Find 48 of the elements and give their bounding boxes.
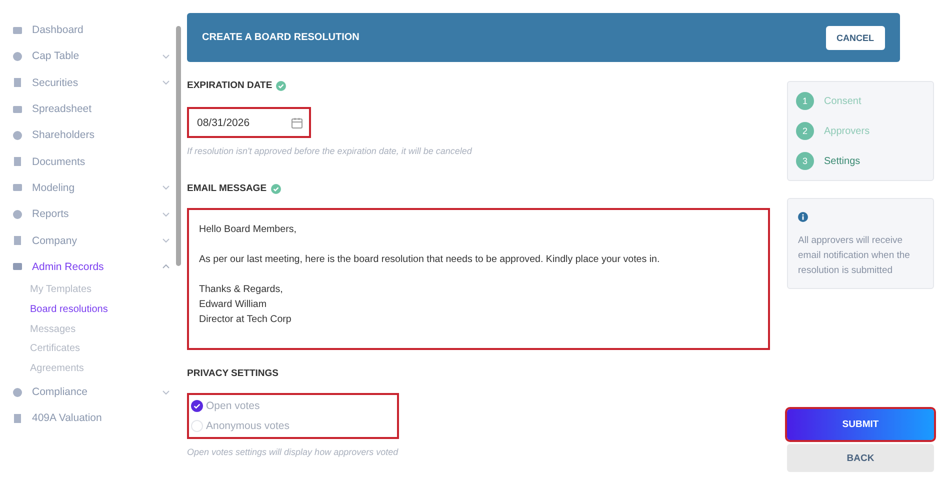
step-number: 3	[796, 152, 814, 170]
hint-text: Open votes settings will display how approvers voted	[187, 447, 400, 457]
sidebar-subitem[interactable]: Messages	[12, 320, 176, 340]
chevron-icon[interactable]	[162, 80, 170, 86]
calendar-icon[interactable]	[291, 116, 303, 128]
back-button[interactable]: BACK	[787, 444, 934, 472]
sidebar-item[interactable]: Admin Records	[12, 254, 176, 280]
sidebar-item[interactable]: Compliance	[12, 378, 176, 406]
radio-label[interactable]: Anonymous votes	[206, 420, 290, 432]
info-icon	[798, 212, 808, 222]
sidebar-item[interactable]: Shareholders	[12, 122, 176, 148]
section-label: PRIVACY SETTINGS	[187, 368, 278, 379]
info-text: All approvers will receive email notification when the resolution is submitted	[798, 234, 911, 278]
chevron-icon[interactable]	[162, 212, 170, 217]
cancel-button[interactable]: CANCEL	[826, 26, 885, 50]
radio-label[interactable]: Open votes	[206, 400, 260, 412]
sidebar-item[interactable]: 409A Valuation	[12, 405, 176, 432]
sidebar-subitem[interactable]: My Templates	[12, 280, 176, 300]
sidebar-item[interactable]: Cap Table	[12, 43, 176, 70]
chevron-icon[interactable]	[162, 54, 170, 59]
section-label: EXPIRATION DATE	[187, 80, 272, 91]
chevron-icon[interactable]	[162, 185, 170, 190]
sidebar-subitem[interactable]: Certificates	[12, 339, 176, 360]
sidebar-subitem[interactable]: Agreements	[12, 359, 176, 379]
message-field[interactable]: Hello Board Members, As per our last meeting, here is the board resolution that needs to be approved. Kindly place your votes in. Thanks & Regards, Edward William Director at Tech Corp	[187, 208, 770, 350]
step-number: 2	[796, 122, 814, 140]
radio-icon[interactable]	[191, 420, 203, 432]
chevron-icon[interactable]	[162, 264, 170, 270]
sidebar-item[interactable]: Reports	[12, 201, 176, 228]
step-label[interactable]: Consent	[824, 96, 862, 106]
submit-button[interactable]: SUBMIT	[787, 409, 934, 440]
sidebar-item[interactable]: Modeling	[12, 174, 176, 202]
sidebar-item[interactable]: Documents	[12, 148, 176, 175]
step-number: 1	[796, 92, 814, 110]
step-label[interactable]: Settings	[824, 156, 860, 166]
chevron-icon[interactable]	[162, 390, 170, 395]
step-label[interactable]: Approvers	[824, 126, 870, 136]
section-label: EMAIL MESSAGE	[187, 183, 267, 194]
sidebar-item[interactable]: Company	[12, 227, 176, 254]
sidebar-item[interactable]: Spreadsheet	[12, 96, 176, 122]
date-field[interactable]: 08/31/2026	[187, 107, 311, 138]
page-title: CREATE A BOARD RESOLUTION	[202, 32, 360, 43]
radio-checked-icon[interactable]	[191, 400, 203, 412]
chevron-icon[interactable]	[162, 238, 170, 244]
sidebar-subitem[interactable]: Board resolutions	[12, 300, 176, 320]
sidebar-item[interactable]: Securities	[12, 70, 176, 96]
sidebar-item[interactable]: Dashboard	[12, 17, 176, 44]
hint-text: If resolution isn't approved before the expiration date, it will be canceled	[187, 146, 473, 156]
